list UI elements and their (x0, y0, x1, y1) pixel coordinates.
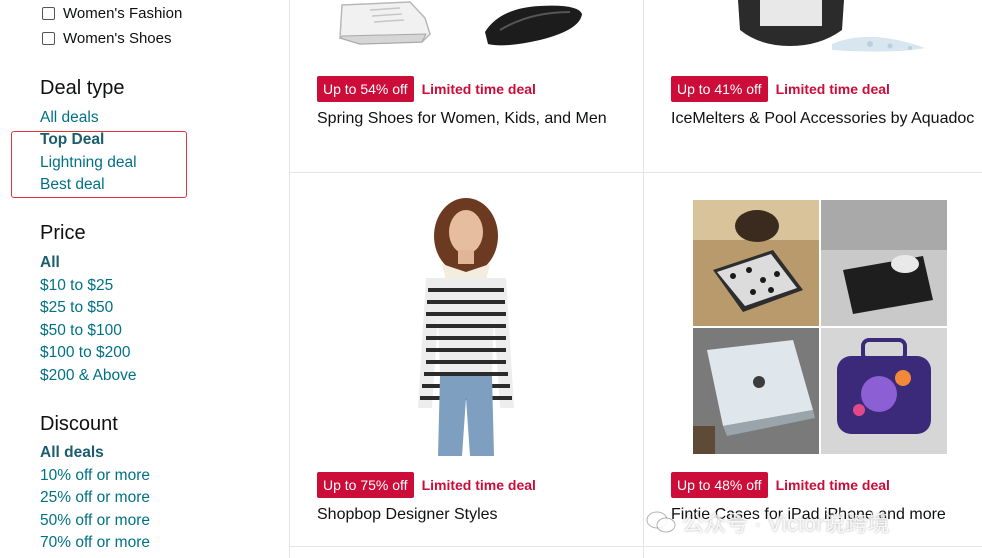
grid-divider (289, 0, 290, 558)
price-25-50[interactable]: $25 to $50 (40, 299, 113, 317)
filter-sidebar: Women's Fashion Women's Shoes Deal type … (0, 0, 289, 558)
wechat-icon (646, 511, 676, 533)
deal-type-all-deals[interactable]: All deals (40, 109, 99, 127)
checkbox[interactable] (42, 7, 55, 20)
limited-deal-label: Limited time deal (421, 477, 536, 493)
discount-50-off[interactable]: 50% off or more (40, 512, 150, 530)
checkbox-label: Women's Fashion (63, 5, 183, 22)
model-image (418, 198, 514, 456)
wechat-watermark: 公众号 · Victor说跨境 (646, 506, 889, 538)
discount-badge: Up to 54% off (317, 76, 414, 102)
limited-deal-label: Limited time deal (421, 81, 536, 97)
icemelter-image (738, 0, 925, 52)
grid-divider (643, 0, 644, 558)
limited-deal-label: Limited time deal (775, 81, 890, 97)
price-10-25[interactable]: $10 to $25 (40, 277, 113, 295)
grid-divider (289, 172, 982, 173)
product-image-shoes[interactable] (330, 0, 620, 55)
shoes-image (339, 1, 582, 46)
price-200-above[interactable]: $200 & Above (40, 367, 137, 385)
highlight-annotation-box (11, 131, 187, 198)
discount-25-off[interactable]: 25% off or more (40, 489, 150, 507)
price-100-200[interactable]: $100 to $200 (40, 344, 131, 362)
product-image-icemelter[interactable] (720, 0, 940, 58)
filter-checkbox-womens-fashion[interactable]: Women's Fashion (42, 5, 182, 22)
product-image-shopbop[interactable] (402, 198, 528, 456)
discount-heading: Discount (40, 413, 118, 435)
cases-collage-image (693, 200, 947, 454)
deal-badge: Up to 75% off Limited time deal (317, 472, 536, 498)
limited-deal-label: Limited time deal (775, 477, 890, 493)
checkbox-label: Women's Shoes (63, 30, 172, 47)
deal-badge: Up to 48% off Limited time deal (671, 472, 890, 498)
discount-badge: Up to 48% off (671, 472, 768, 498)
filter-checkbox-womens-shoes[interactable]: Women's Shoes (42, 30, 171, 47)
grid-divider (289, 546, 982, 547)
watermark-text: 公众号 · Victor说跨境 (682, 511, 890, 536)
price-heading: Price (40, 222, 86, 244)
discount-all-deals[interactable]: All deals (40, 444, 104, 462)
product-title-link[interactable]: Shopbop Designer Styles (317, 506, 498, 524)
price-50-100[interactable]: $50 to $100 (40, 322, 122, 340)
discount-badge: Up to 75% off (317, 472, 414, 498)
deal-badge: Up to 54% off Limited time deal (317, 76, 536, 102)
checkbox[interactable] (42, 32, 55, 45)
deal-type-heading: Deal type (40, 77, 125, 99)
deal-badge: Up to 41% off Limited time deal (671, 76, 890, 102)
discount-10-off[interactable]: 10% off or more (40, 467, 150, 485)
discount-70-off[interactable]: 70% off or more (40, 534, 150, 552)
price-all[interactable]: All (40, 254, 60, 272)
product-title-link[interactable]: IceMelters & Pool Accessories by Aquadoc (671, 110, 974, 128)
product-title-link[interactable]: Spring Shoes for Women, Kids, and Men (317, 110, 607, 128)
product-image-fintie[interactable] (693, 200, 947, 454)
discount-badge: Up to 41% off (671, 76, 768, 102)
